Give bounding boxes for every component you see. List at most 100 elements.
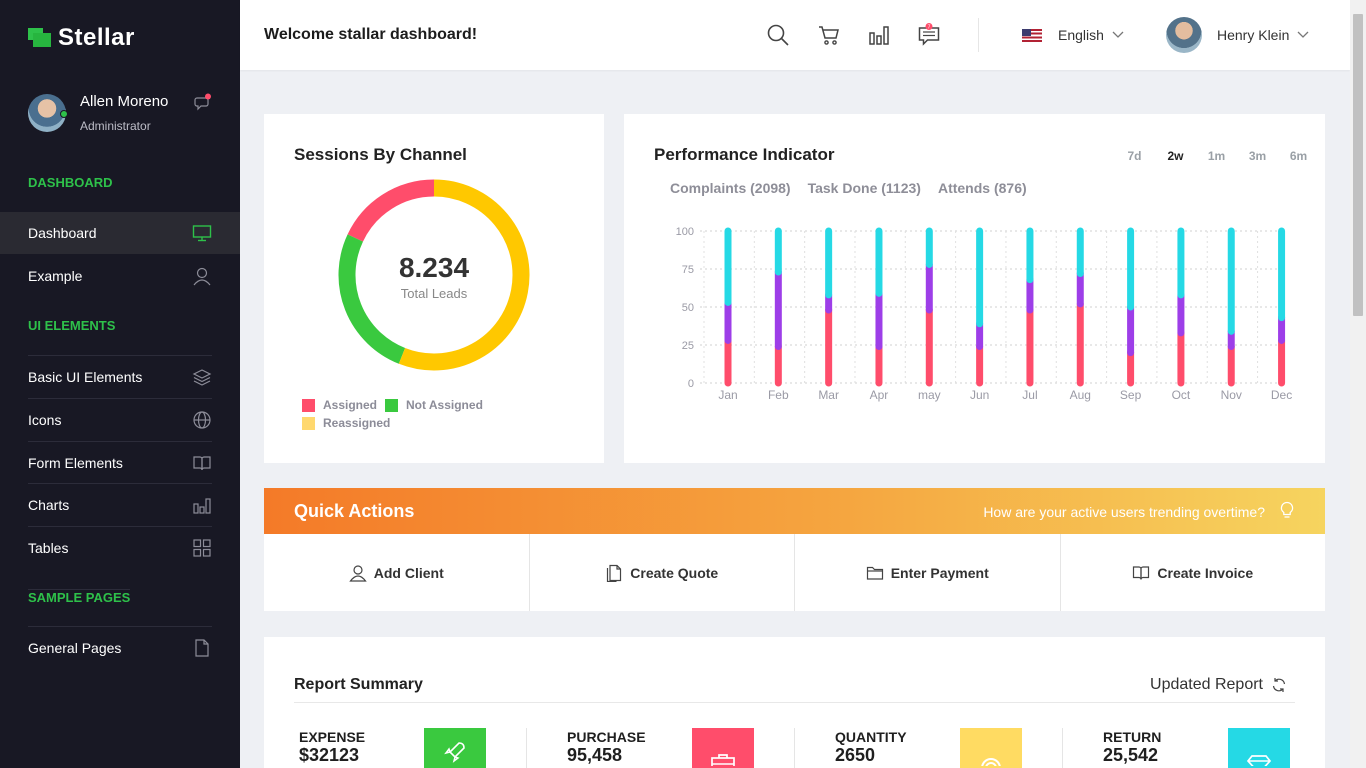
legend-reassigned: Reassigned <box>302 416 390 430</box>
series-label-attends: Attends (876) <box>937 180 1027 196</box>
series-label-task-done: Task Done (1123) <box>807 180 921 196</box>
file-icon <box>192 638 212 658</box>
tab-3m[interactable]: 3m <box>1237 149 1278 163</box>
sidebar: Stellar Allen Moreno Administrator DASHB… <box>0 0 240 768</box>
chevron-down-icon <box>1112 31 1124 38</box>
profile-role: Administrator <box>80 119 151 133</box>
donut-total-label: Total Leads <box>401 286 468 301</box>
report-summary-card: Report Summary Updated Report EXPENSE $3… <box>264 637 1325 768</box>
stat-divider <box>526 728 527 768</box>
sessions-card: Sessions By Channel 8.234 Total Leads As… <box>264 114 604 463</box>
brand-name: Stellar <box>58 24 135 51</box>
sidebar-item-form-elements[interactable]: Form Elements <box>28 441 212 483</box>
tab-2w[interactable]: 2w <box>1155 149 1196 163</box>
sidebar-item-tables[interactable]: Tables <box>28 526 212 568</box>
page-scrollbar[interactable] <box>1350 0 1366 768</box>
stat-divider <box>1062 728 1063 768</box>
sidebar-item-basic-ui-elements[interactable]: Basic UI Elements <box>28 355 212 397</box>
quick-actions-bar: Quick Actions How are your active users … <box>264 488 1325 534</box>
tab-6m[interactable]: 6m <box>1278 149 1319 163</box>
chat-icon[interactable] <box>194 93 212 111</box>
action-label: Enter Payment <box>890 564 989 581</box>
x-tick-label: Dec <box>1271 388 1292 402</box>
lightbulb-icon[interactable] <box>1278 501 1296 519</box>
user-avatar <box>1166 17 1202 53</box>
quick-actions-subtitle: How are your active users trending overt… <box>983 504 1265 520</box>
search-icon[interactable] <box>766 23 790 47</box>
x-tick-label: Jan <box>718 388 737 402</box>
logo-icon <box>28 28 52 48</box>
create-quote-button[interactable]: Create Quote <box>530 534 795 611</box>
language-selector[interactable]: English <box>1022 27 1124 43</box>
tab-7d[interactable]: 7d <box>1114 149 1155 163</box>
updated-report-label: Updated Report <box>1150 676 1263 693</box>
sidebar-item-example[interactable]: Example <box>28 255 212 297</box>
cart-icon[interactable] <box>817 23 841 47</box>
stat-expense: EXPENSE $32123 <box>294 728 524 768</box>
monitor-icon <box>192 223 212 243</box>
stat-value: 25,542 <box>1103 745 1159 765</box>
y-tick-label: 100 <box>676 226 694 238</box>
circle-icon <box>960 728 1022 768</box>
create-invoice-button[interactable]: Create Invoice <box>1061 534 1326 611</box>
grid-icon <box>192 538 212 558</box>
donut-total: 8.234 <box>399 252 469 283</box>
sidebar-item-icons[interactable]: Icons <box>28 398 212 440</box>
x-tick-label: may <box>918 388 941 402</box>
x-tick-label: Aug <box>1070 388 1091 402</box>
slice-assigned <box>347 179 435 242</box>
legend-assigned: Assigned <box>302 398 377 412</box>
legend-label: Not Assigned <box>406 398 483 412</box>
document-icon <box>605 564 623 582</box>
folder-icon <box>866 564 884 582</box>
section-dashboard: DASHBOARD <box>28 175 113 190</box>
top-header: Welcome stallar dashboard! 7 English Hen… <box>240 0 1350 70</box>
stat-quantity: QUANTITY 2650 <box>830 728 1060 768</box>
x-tick-label: Nov <box>1221 388 1242 402</box>
book-icon <box>192 453 212 473</box>
sessions-donut-chart: 8.234 Total Leads <box>338 179 530 371</box>
bar-chart-icon[interactable] <box>867 23 891 47</box>
stat-label: QUANTITY <box>835 729 907 745</box>
tab-1m[interactable]: 1m <box>1196 149 1237 163</box>
sidebar-item-label: Icons <box>28 411 62 428</box>
user-menu[interactable]: Henry Klein <box>1166 17 1309 53</box>
sidebar-item-general-pages[interactable]: General Pages <box>28 626 212 668</box>
brand-logo[interactable]: Stellar <box>28 24 135 52</box>
quick-actions-row: Add Client Create Quote Enter Payment Cr… <box>264 534 1325 611</box>
stat-value: $32123 <box>299 745 360 765</box>
sessions-title: Sessions By Channel <box>294 145 467 164</box>
y-tick-label: 75 <box>682 264 694 276</box>
briefcase-icon <box>692 728 754 768</box>
stat-value: 2650 <box>835 745 876 765</box>
sidebar-item-dashboard[interactable]: Dashboard <box>0 212 240 254</box>
x-tick-label: Oct <box>1172 388 1191 402</box>
legend-not-assigned: Not Assigned <box>385 398 483 412</box>
action-label: Add Client <box>373 564 444 581</box>
user-icon <box>192 266 212 286</box>
stat-label: EXPENSE <box>299 729 366 745</box>
rocket-icon <box>424 728 486 768</box>
enter-payment-button[interactable]: Enter Payment <box>795 534 1061 611</box>
scrollbar-thumb[interactable] <box>1353 14 1363 316</box>
sidebar-item-charts[interactable]: Charts <box>28 483 212 525</box>
message-icon[interactable]: 7 <box>917 23 941 47</box>
stat-purchase: PURCHASE 95,458 <box>562 728 792 768</box>
stat-label: RETURN <box>1103 729 1162 745</box>
bar-chart-icon <box>192 495 212 515</box>
sidebar-item-label: Charts <box>28 496 70 513</box>
stat-return: RETURN 25,542 <box>1098 728 1328 768</box>
sidebar-item-label: Tables <box>28 539 69 556</box>
layers-icon <box>192 367 212 387</box>
updated-report-link[interactable]: Updated Report <box>1150 676 1287 694</box>
stat-label: PURCHASE <box>567 729 646 745</box>
period-tabs: 7d 2w 1m 3m 6m <box>1114 149 1319 163</box>
add-client-button[interactable]: Add Client <box>264 534 530 611</box>
legend-swatch <box>302 398 315 412</box>
sidebar-item-label: Example <box>28 268 83 284</box>
sidebar-item-label: Basic UI Elements <box>28 368 143 385</box>
y-tick-label: 0 <box>688 378 694 390</box>
profile[interactable]: Allen Moreno Administrator <box>28 93 212 135</box>
action-label: Create Invoice <box>1157 564 1254 581</box>
notification-count: 7 <box>928 24 931 30</box>
